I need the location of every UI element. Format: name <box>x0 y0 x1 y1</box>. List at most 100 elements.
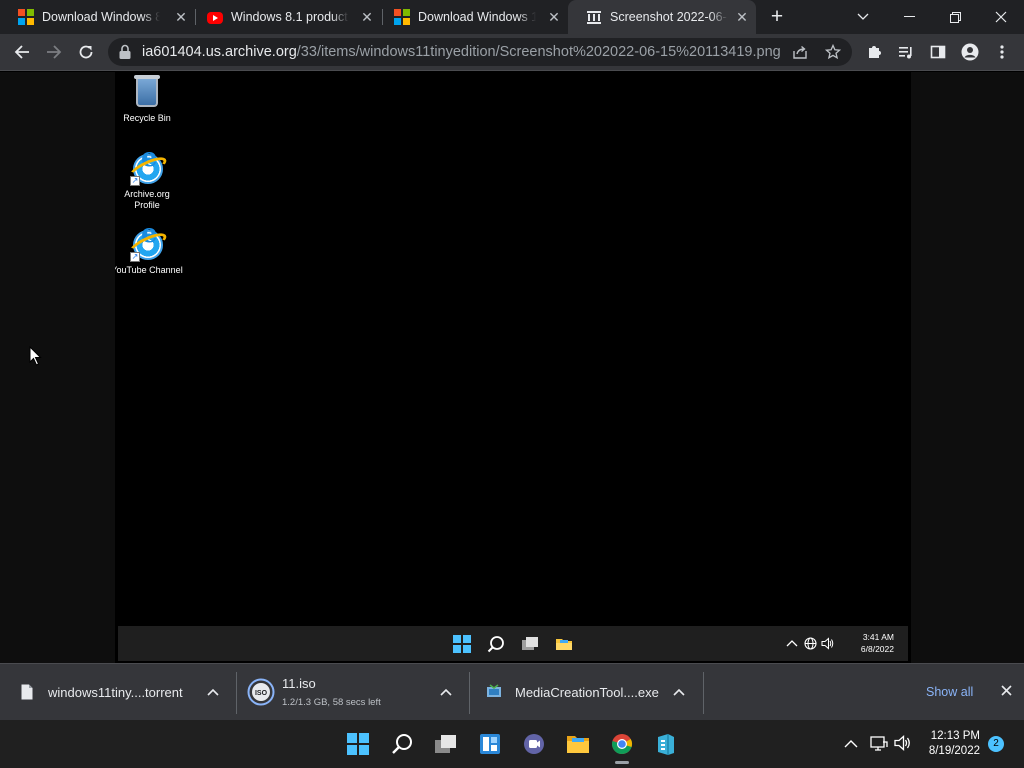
reload-icon <box>79 45 93 59</box>
screenshot-clock: 3:41 AM 6/8/2022 <box>861 631 894 655</box>
installer-icon <box>658 734 674 755</box>
microsoft-icon <box>18 9 34 25</box>
taskbar-date: 8/19/2022 <box>928 745 980 757</box>
download-options-button[interactable] <box>668 681 690 703</box>
desktop-icon-label: YouTube Channel <box>115 265 183 275</box>
taskbar-clock[interactable]: 12:13 PM 8/19/2022 <box>918 729 980 759</box>
profile-button[interactable] <box>957 39 983 65</box>
mouse-pointer-icon <box>29 346 42 366</box>
installer-app-button[interactable] <box>650 728 682 760</box>
download-options-button[interactable] <box>202 681 224 703</box>
media-controls-button[interactable] <box>893 39 919 65</box>
download-item-media-creation-tool[interactable]: MediaCreationTool....exe <box>470 664 703 721</box>
internet-explorer-icon: ↗ <box>126 228 170 262</box>
close-downloads-shelf-button[interactable] <box>996 682 1016 702</box>
avatar-icon <box>961 43 979 61</box>
puzzle-icon <box>869 46 881 58</box>
bookmark-button[interactable] <box>823 42 843 62</box>
extensions-button[interactable] <box>861 39 887 65</box>
search-icon <box>392 734 412 754</box>
download-divider <box>703 672 704 714</box>
chevron-up-icon <box>786 640 798 647</box>
address-bar[interactable]: ia601404.us.archive.org/33/items/windows… <box>108 38 852 66</box>
download-name: MediaCreationTool....exe <box>515 685 659 700</box>
reload-button[interactable] <box>73 39 99 65</box>
download-item-torrent[interactable]: windows11tiny....torrent <box>0 664 236 721</box>
download-name: 11.iso <box>282 676 316 691</box>
share-icon <box>793 45 807 59</box>
playlist-icon <box>899 47 912 59</box>
side-panel-icon <box>930 45 946 59</box>
screenshot-image[interactable]: Recycle Bin ↗ Archive.org Profile ↗ YouT… <box>115 72 911 663</box>
download-options-button[interactable] <box>435 681 457 703</box>
forward-button[interactable] <box>41 39 67 65</box>
teams-chat-button[interactable] <box>518 728 550 760</box>
more-vert-icon <box>1000 45 1004 59</box>
task-view-icon <box>435 735 456 753</box>
chrome-taskbar-button[interactable] <box>606 728 638 764</box>
desktop-icon-youtube-channel: ↗ YouTube Channel <box>115 228 183 276</box>
download-item-iso[interactable]: ISO 11.iso 1.2/1.3 GB, 58 secs left <box>237 664 469 721</box>
image-viewer: Recycle Bin ↗ Archive.org Profile ↗ YouT… <box>0 72 1024 663</box>
share-button[interactable] <box>790 42 810 62</box>
file-explorer-icon <box>567 736 589 753</box>
download-status: 1.2/1.3 GB, 58 secs left <box>282 697 381 708</box>
restore-button[interactable] <box>932 0 978 34</box>
close-icon <box>1000 685 1012 696</box>
internet-explorer-icon: ↗ <box>126 152 170 186</box>
tab-close-icon[interactable]: ✕ <box>359 9 375 25</box>
tab-title: Screenshot 2022-06-15 <box>610 10 728 24</box>
back-button[interactable] <box>9 39 35 65</box>
tab-close-icon[interactable]: ✕ <box>546 9 562 25</box>
widgets-button[interactable] <box>474 728 506 760</box>
chevron-up-icon <box>207 688 219 696</box>
tab-download-windows-11[interactable]: Download Windows 11 ✕ <box>376 0 568 34</box>
show-hidden-icons-chevron-icon[interactable] <box>844 737 858 751</box>
chevron-up-icon <box>440 688 452 696</box>
media-creation-tool-icon <box>487 684 501 697</box>
side-panel-button[interactable] <box>925 39 951 65</box>
taskbar-time: 12:13 PM <box>930 730 980 742</box>
windows-start-icon <box>347 733 369 755</box>
lock-icon <box>119 44 131 59</box>
address-host: ia601404.us.archive.org <box>142 44 297 60</box>
downloads-shelf: windows11tiny....torrent ISO 11.iso 1.2/… <box>0 663 1024 720</box>
new-tab-button[interactable]: + <box>766 6 788 28</box>
tab-close-icon[interactable]: ✕ <box>173 9 189 25</box>
menu-button[interactable] <box>989 39 1015 65</box>
archive-org-icon <box>586 9 602 25</box>
chevron-down-icon <box>857 13 869 20</box>
task-view-icon <box>522 637 538 650</box>
taskbar-search-button[interactable] <box>386 728 418 760</box>
start-button[interactable] <box>342 728 374 760</box>
address-url: ia601404.us.archive.org/33/items/windows… <box>142 44 781 60</box>
notification-badge[interactable]: 2 <box>988 736 1004 752</box>
tab-windows-8-1-product-key[interactable]: Windows 8.1 product key ✕ <box>189 0 381 34</box>
desktop-icon-recycle-bin: Recycle Bin <box>115 75 183 124</box>
iso-disc-icon: ISO <box>247 678 275 706</box>
address-path: /33/items/windows11tinyedition/Screensho… <box>296 44 781 60</box>
file-explorer-icon <box>556 639 572 650</box>
windows-start-icon <box>453 635 471 653</box>
minimize-button[interactable] <box>886 0 932 34</box>
show-all-downloads-link[interactable]: Show all <box>926 685 973 699</box>
close-window-button[interactable] <box>978 0 1024 34</box>
restore-icon <box>949 11 961 23</box>
tab-screenshot[interactable]: Screenshot 2022-06-15 ✕ <box>568 0 756 34</box>
desktop-icon-label: Recycle Bin <box>123 113 171 123</box>
task-view-button[interactable] <box>430 728 462 760</box>
tab-download-windows-8-1[interactable]: Download Windows 8.1 ✕ <box>0 0 195 34</box>
star-icon <box>825 44 841 60</box>
volume-icon[interactable] <box>894 735 912 751</box>
svg-text:ISO: ISO <box>255 690 268 697</box>
close-icon <box>995 11 1007 23</box>
network-icon[interactable] <box>870 735 888 751</box>
file-explorer-button[interactable] <box>562 728 594 760</box>
tab-close-icon[interactable]: ✕ <box>734 9 750 25</box>
tab-title: Download Windows 11 <box>418 10 536 24</box>
tab-search-button[interactable] <box>840 0 886 34</box>
desktop-icon-archive-org-profile: ↗ Archive.org Profile <box>115 152 183 211</box>
widgets-icon <box>480 734 500 754</box>
screenshot-taskbar: 3:41 AM 6/8/2022 <box>118 626 908 661</box>
download-name: windows11tiny....torrent <box>48 685 183 700</box>
